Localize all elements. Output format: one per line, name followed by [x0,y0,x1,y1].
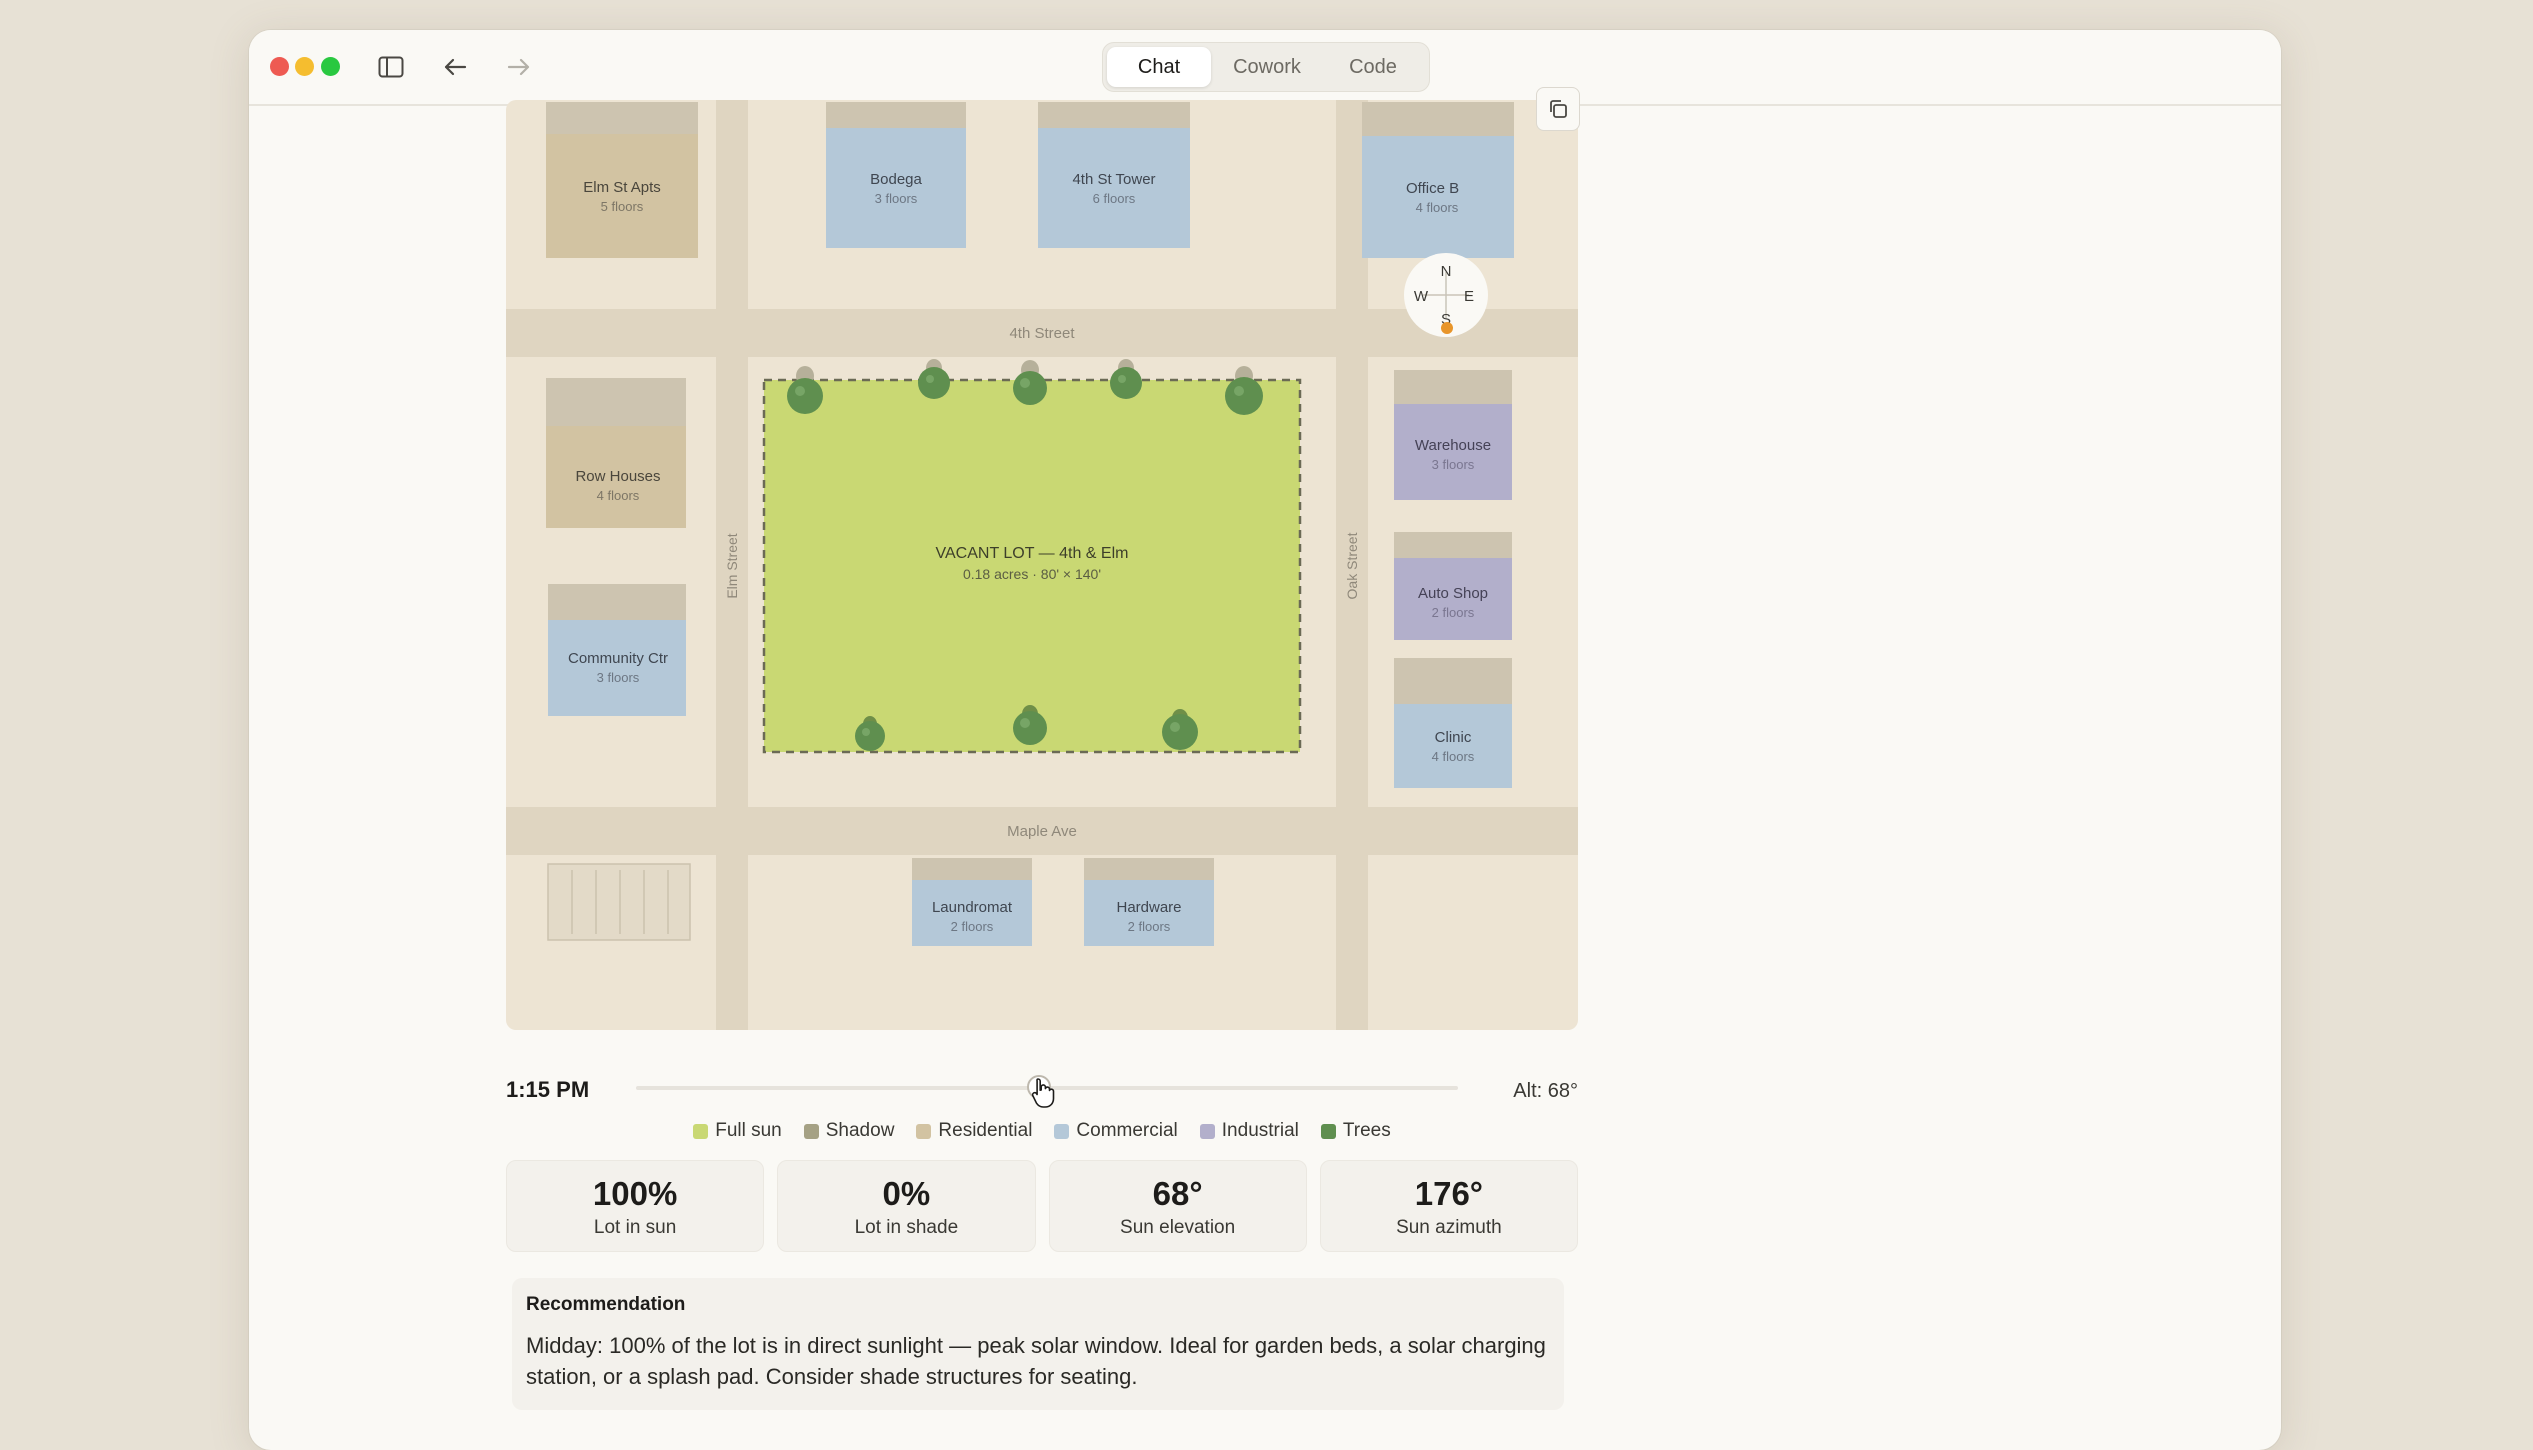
legend-item-full-sun: Full sun [693,1120,782,1142]
building-row-houses: Row Houses 4 floors [546,378,686,528]
maximize-window-button[interactable] [321,57,340,76]
sun-map: 4th Street Maple Ave Elm Street Oak Stre… [506,100,1578,1030]
building-warehouse: Warehouse 3 floors [1394,370,1512,500]
svg-text:Auto Shop: Auto Shop [1418,585,1488,602]
lot-subtitle: 0.18 acres · 80' × 140' [963,566,1101,582]
compass-n: N [1441,263,1452,280]
legend: Full sun Shadow Residential Commercial I… [506,1120,1578,1142]
svg-text:Laundromat: Laundromat [932,899,1013,916]
svg-text:Bodega: Bodega [870,171,922,188]
lot-title: VACANT LOT — 4th & Elm [936,545,1129,562]
svg-text:Warehouse: Warehouse [1415,437,1491,454]
building-auto-shop: Auto Shop 2 floors [1394,532,1512,640]
svg-text:Office B: Office B [1406,180,1459,197]
svg-text:6 floors: 6 floors [1093,191,1136,206]
close-window-button[interactable] [270,57,289,76]
street-label-right: Oak Street [1344,532,1360,599]
hand-cursor-icon [1031,1078,1055,1108]
street-label-top: 4th Street [1009,325,1075,342]
mode-switcher: Chat Cowork Code [1102,42,1430,92]
minimize-window-button[interactable] [295,57,314,76]
svg-text:4th St Tower: 4th St Tower [1072,171,1155,188]
copy-button[interactable] [1536,87,1580,131]
street-label-bottom: Maple Ave [1007,823,1077,840]
legend-item-trees: Trees [1320,1120,1391,1142]
svg-text:3 floors: 3 floors [1432,457,1475,472]
compass-e: E [1464,288,1474,305]
stat-sun-elevation: 68° Sun elevation [1048,1160,1307,1252]
residential-swatch [916,1123,932,1139]
tab-cowork[interactable]: Cowork [1215,47,1319,87]
svg-text:Clinic: Clinic [1435,729,1472,746]
time-readout: 1:15 PM [506,1077,590,1102]
recommendation-text: Midday: 100% of the lot is in direct sun… [526,1333,1546,1389]
compass-w: W [1414,288,1429,305]
recommendation-card: Recommendation Midday: 100% of the lot i… [512,1278,1564,1410]
vacant-lot[interactable]: VACANT LOT — 4th & Elm 0.18 acres · 80' … [762,378,1302,754]
svg-text:3 floors: 3 floors [597,670,640,685]
svg-text:Hardware: Hardware [1116,899,1181,916]
building-4th-st-tower: 4th St Tower 6 floors [1038,102,1190,248]
legend-item-residential: Residential [916,1120,1032,1142]
svg-text:2 floors: 2 floors [951,919,994,934]
building-community-ctr: Community Ctr 3 floors [548,584,686,716]
back-arrow-icon[interactable] [439,51,471,83]
sidebar-toggle-icon[interactable] [375,51,407,83]
forward-arrow-icon[interactable] [503,51,535,83]
svg-text:Row Houses: Row Houses [575,468,660,485]
industrial-swatch [1199,1123,1215,1139]
shadow-swatch [803,1123,819,1139]
svg-text:2 floors: 2 floors [1432,605,1475,620]
stat-lot-in-sun: 100% Lot in sun [506,1160,765,1252]
stat-sun-azimuth: 176° Sun azimuth [1319,1160,1578,1252]
building-elm-st-apts: Elm St Apts 5 floors [546,102,698,258]
sun-marker [1441,322,1453,334]
building-clinic: Clinic 4 floors [1394,658,1512,788]
street-label-left: Elm Street [724,533,740,598]
parking-lot [547,863,691,941]
svg-text:4 floors: 4 floors [1416,200,1459,215]
stat-lot-in-shade: 0% Lot in shade [777,1160,1036,1252]
building-laundromat: Laundromat 2 floors [912,858,1032,946]
building-bodega: Bodega 3 floors [826,102,966,248]
svg-text:4 floors: 4 floors [597,488,640,503]
stats-row: 100% Lot in sun 0% Lot in shade 68° Sun … [506,1160,1578,1252]
compass: N S E W [1404,253,1488,337]
commercial-swatch [1054,1123,1070,1139]
svg-text:Community Ctr: Community Ctr [568,650,668,667]
legend-item-shadow: Shadow [803,1120,894,1142]
building-office-b: Office B 4 floors [1362,102,1514,258]
svg-text:3 floors: 3 floors [875,191,918,206]
copy-icon [1550,100,1567,118]
title-bar: Chat Cowork Code [249,30,2281,106]
altitude-readout: Alt: 68° [1513,1080,1578,1102]
recommendation-title: Recommendation [526,1294,686,1315]
svg-text:2 floors: 2 floors [1128,919,1171,934]
tab-chat[interactable]: Chat [1107,47,1211,87]
svg-text:4 floors: 4 floors [1432,749,1475,764]
trees-swatch [1320,1123,1336,1139]
svg-text:5 floors: 5 floors [601,199,644,214]
svg-text:Elm St Apts: Elm St Apts [583,179,661,196]
full-sun-swatch [693,1123,709,1139]
building-hardware: Hardware 2 floors [1084,858,1214,946]
tab-code[interactable]: Code [1321,47,1425,87]
legend-item-commercial: Commercial [1054,1120,1178,1142]
legend-item-industrial: Industrial [1199,1120,1299,1142]
